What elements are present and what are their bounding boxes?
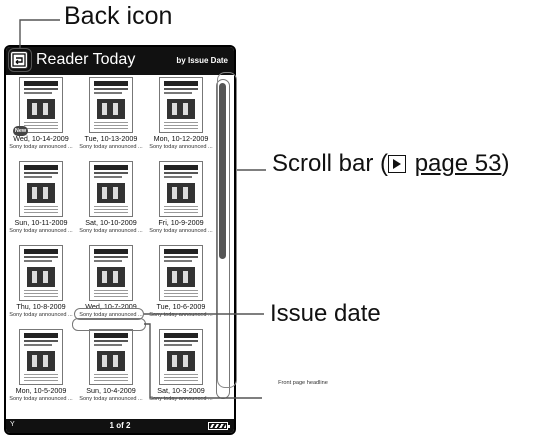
- callout-leader-lines: [19, 19, 266, 399]
- leader-back-icon: [19, 19, 60, 48]
- leader-headline: [144, 323, 262, 399]
